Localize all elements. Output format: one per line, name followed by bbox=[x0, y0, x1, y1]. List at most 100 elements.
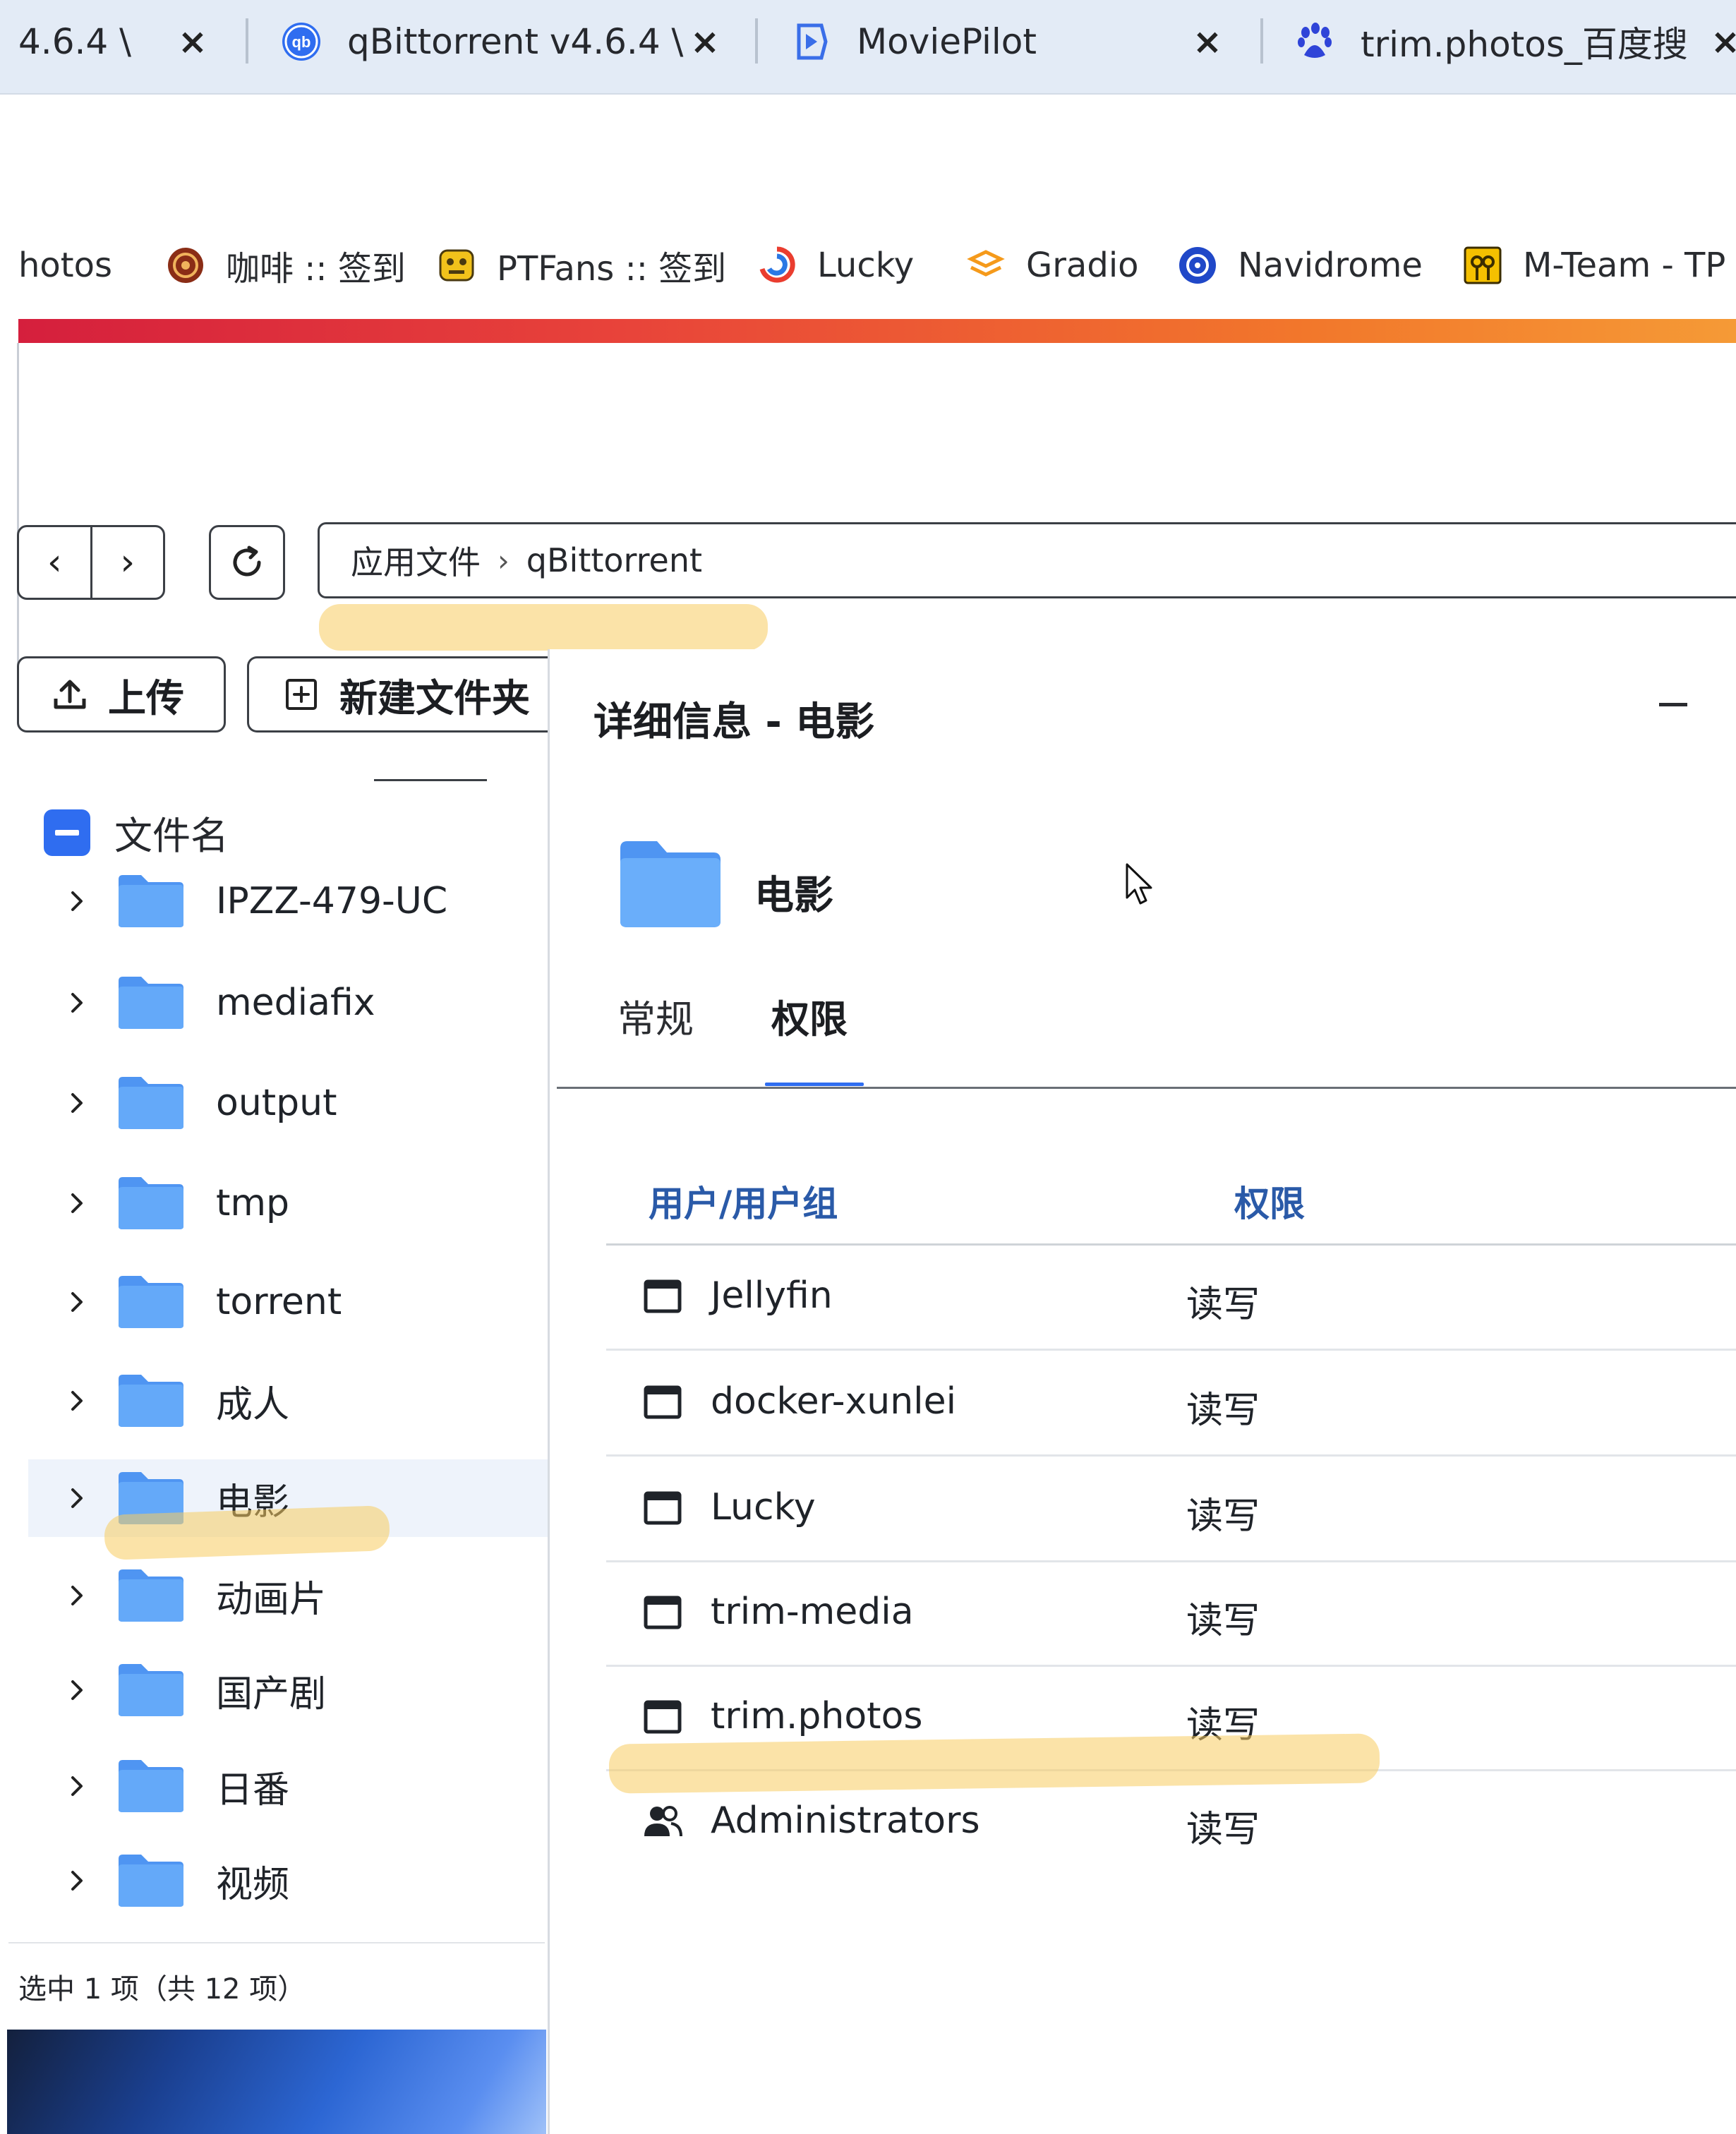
permission-row[interactable]: Lucky 读写 bbox=[606, 1457, 1736, 1562]
file-name: IPZZ-479-UC bbox=[216, 880, 448, 922]
navidrome-icon bbox=[1179, 247, 1216, 284]
file-row[interactable]: torrent bbox=[28, 1263, 550, 1341]
svg-text:qb: qb bbox=[292, 33, 311, 51]
lucky-icon bbox=[759, 246, 795, 283]
refresh-icon bbox=[233, 545, 261, 577]
refresh-button[interactable] bbox=[209, 525, 285, 600]
bookmark-label: M-Team - TP bbox=[1523, 246, 1726, 285]
tab-title: trim.photos_百度搜 bbox=[1361, 24, 1688, 65]
file-row[interactable]: 动画片 bbox=[28, 1557, 550, 1634]
bookmark-label: Gradio bbox=[1026, 246, 1139, 285]
permission-level: 读写 bbox=[1186, 1495, 1260, 1538]
column-header-name[interactable]: 文件名 bbox=[114, 804, 229, 860]
bookmark-label: Lucky bbox=[817, 246, 915, 285]
file-name: 动画片 bbox=[216, 1578, 327, 1621]
bookmark-photos[interactable]: hotos bbox=[18, 246, 112, 285]
bookmark-coffee[interactable]: 咖啡 :: 签到 bbox=[165, 241, 406, 290]
file-row[interactable]: 日番 bbox=[28, 1747, 550, 1825]
desktop-wallpaper bbox=[7, 2030, 546, 2134]
chevron-right-icon[interactable] bbox=[65, 1678, 89, 1702]
tab-close-icon[interactable]: × bbox=[1711, 21, 1736, 62]
bookmark-lucky[interactable]: Lucky bbox=[757, 245, 914, 286]
gradio-icon bbox=[967, 250, 1005, 277]
coffee-icon bbox=[168, 248, 203, 283]
divider bbox=[8, 1942, 545, 1943]
minimize-icon[interactable] bbox=[1659, 703, 1687, 706]
breadcrumb[interactable]: 应用文件 › qBittorrent bbox=[318, 522, 1736, 598]
upload-button[interactable]: 上传 bbox=[17, 656, 226, 733]
permission-principal: docker-xunlei bbox=[711, 1380, 957, 1423]
tab-close-icon[interactable]: × bbox=[178, 21, 207, 62]
tab-separator bbox=[1260, 18, 1263, 64]
page-accent-bar bbox=[18, 319, 1736, 343]
chevron-right-icon[interactable] bbox=[65, 1191, 89, 1215]
file-row[interactable]: output bbox=[28, 1064, 550, 1142]
browser-tab-4[interactable]: trim.photos_百度搜 × bbox=[1294, 0, 1736, 83]
file-row[interactable]: tmp bbox=[28, 1164, 550, 1242]
folder-icon bbox=[119, 1569, 183, 1622]
folder-icon bbox=[119, 1855, 183, 1907]
file-row[interactable]: 视频 bbox=[28, 1842, 550, 1919]
permission-row[interactable]: docker-xunlei 读写 bbox=[606, 1351, 1736, 1457]
permission-level: 读写 bbox=[1186, 1809, 1260, 1851]
folder-icon bbox=[620, 841, 721, 927]
file-row[interactable]: IPZZ-479-UC bbox=[28, 862, 550, 940]
permission-principal: Jellyfin bbox=[711, 1274, 833, 1317]
chevron-right-icon[interactable] bbox=[65, 1389, 89, 1413]
bookmark-mteam[interactable]: M-Team - TP bbox=[1462, 245, 1725, 286]
bookmark-navidrome[interactable]: Navidrome bbox=[1177, 245, 1423, 286]
chevron-right-icon[interactable] bbox=[65, 889, 89, 913]
folder-icon bbox=[119, 1276, 183, 1328]
breadcrumb-root[interactable]: 应用文件 bbox=[351, 537, 481, 584]
bookmark-label: hotos bbox=[18, 246, 112, 285]
permission-row[interactable]: trim-media 读写 bbox=[606, 1561, 1736, 1667]
chevron-right-icon[interactable] bbox=[65, 1869, 89, 1893]
bookmark-label: 咖啡 :: 签到 bbox=[226, 249, 406, 289]
forward-button[interactable]: › bbox=[90, 527, 164, 598]
folder-icon bbox=[119, 1177, 183, 1229]
tab-general[interactable]: 常规 bbox=[617, 988, 694, 1044]
active-tab-indicator bbox=[765, 1083, 864, 1086]
tab-close-icon[interactable]: × bbox=[690, 21, 720, 62]
divider bbox=[374, 779, 487, 781]
ptfans-icon bbox=[439, 249, 474, 282]
permission-level: 读写 bbox=[1186, 1284, 1260, 1326]
file-name: 日番 bbox=[216, 1768, 290, 1812]
browser-tab-2[interactable]: qb qBittorrent v4.6.4 \ × bbox=[281, 0, 720, 83]
folder-icon bbox=[119, 977, 183, 1029]
chevron-right-icon[interactable] bbox=[65, 1290, 89, 1314]
file-row[interactable]: 成人 bbox=[28, 1362, 550, 1440]
browser-tab-1[interactable]: 4.6.4 \ × bbox=[18, 0, 207, 83]
permission-level: 读写 bbox=[1186, 1600, 1260, 1642]
mteam-icon bbox=[1464, 246, 1502, 284]
folder-name: 电影 bbox=[754, 873, 833, 919]
folder-icon bbox=[119, 1375, 183, 1427]
bookmark-ptfans[interactable]: PTFans :: 签到 bbox=[436, 241, 726, 290]
file-row[interactable]: 国产剧 bbox=[28, 1651, 550, 1729]
chevron-right-icon[interactable] bbox=[65, 1584, 89, 1608]
app-window-icon bbox=[644, 1279, 682, 1313]
chevron-right-icon[interactable] bbox=[65, 1091, 89, 1115]
tab-title: 4.6.4 \ bbox=[18, 21, 131, 62]
details-tabs: 常规 权限 bbox=[617, 988, 925, 1044]
marker-highlight bbox=[319, 604, 768, 651]
back-button[interactable]: ‹ bbox=[19, 527, 90, 598]
moviepilot-icon bbox=[797, 23, 828, 60]
chevron-right-icon[interactable] bbox=[65, 1486, 89, 1510]
chevron-right-icon[interactable] bbox=[65, 1774, 89, 1798]
select-all-checkbox[interactable] bbox=[44, 809, 90, 856]
tab-close-icon[interactable]: × bbox=[1193, 21, 1222, 62]
tab-permissions[interactable]: 权限 bbox=[771, 988, 848, 1044]
divider bbox=[557, 1087, 1736, 1089]
permission-row[interactable]: Jellyfin 读写 bbox=[606, 1245, 1736, 1351]
file-row[interactable]: mediafix bbox=[28, 964, 550, 1042]
browser-tab-3[interactable]: MoviePilot × bbox=[790, 0, 1222, 83]
bookmark-gradio[interactable]: Gradio bbox=[965, 245, 1139, 286]
bookmark-bar: hotos 咖啡 :: 签到 PTFans :: 签到 Lucky Gradio bbox=[0, 226, 1736, 305]
chevron-right-icon[interactable] bbox=[65, 991, 89, 1015]
app-window-icon bbox=[644, 1385, 682, 1419]
file-name: 国产剧 bbox=[216, 1672, 327, 1716]
folder-icon bbox=[119, 875, 183, 927]
breadcrumb-current[interactable]: qBittorrent bbox=[526, 541, 702, 579]
new-folder-button[interactable]: 新建文件夹 bbox=[247, 656, 557, 733]
